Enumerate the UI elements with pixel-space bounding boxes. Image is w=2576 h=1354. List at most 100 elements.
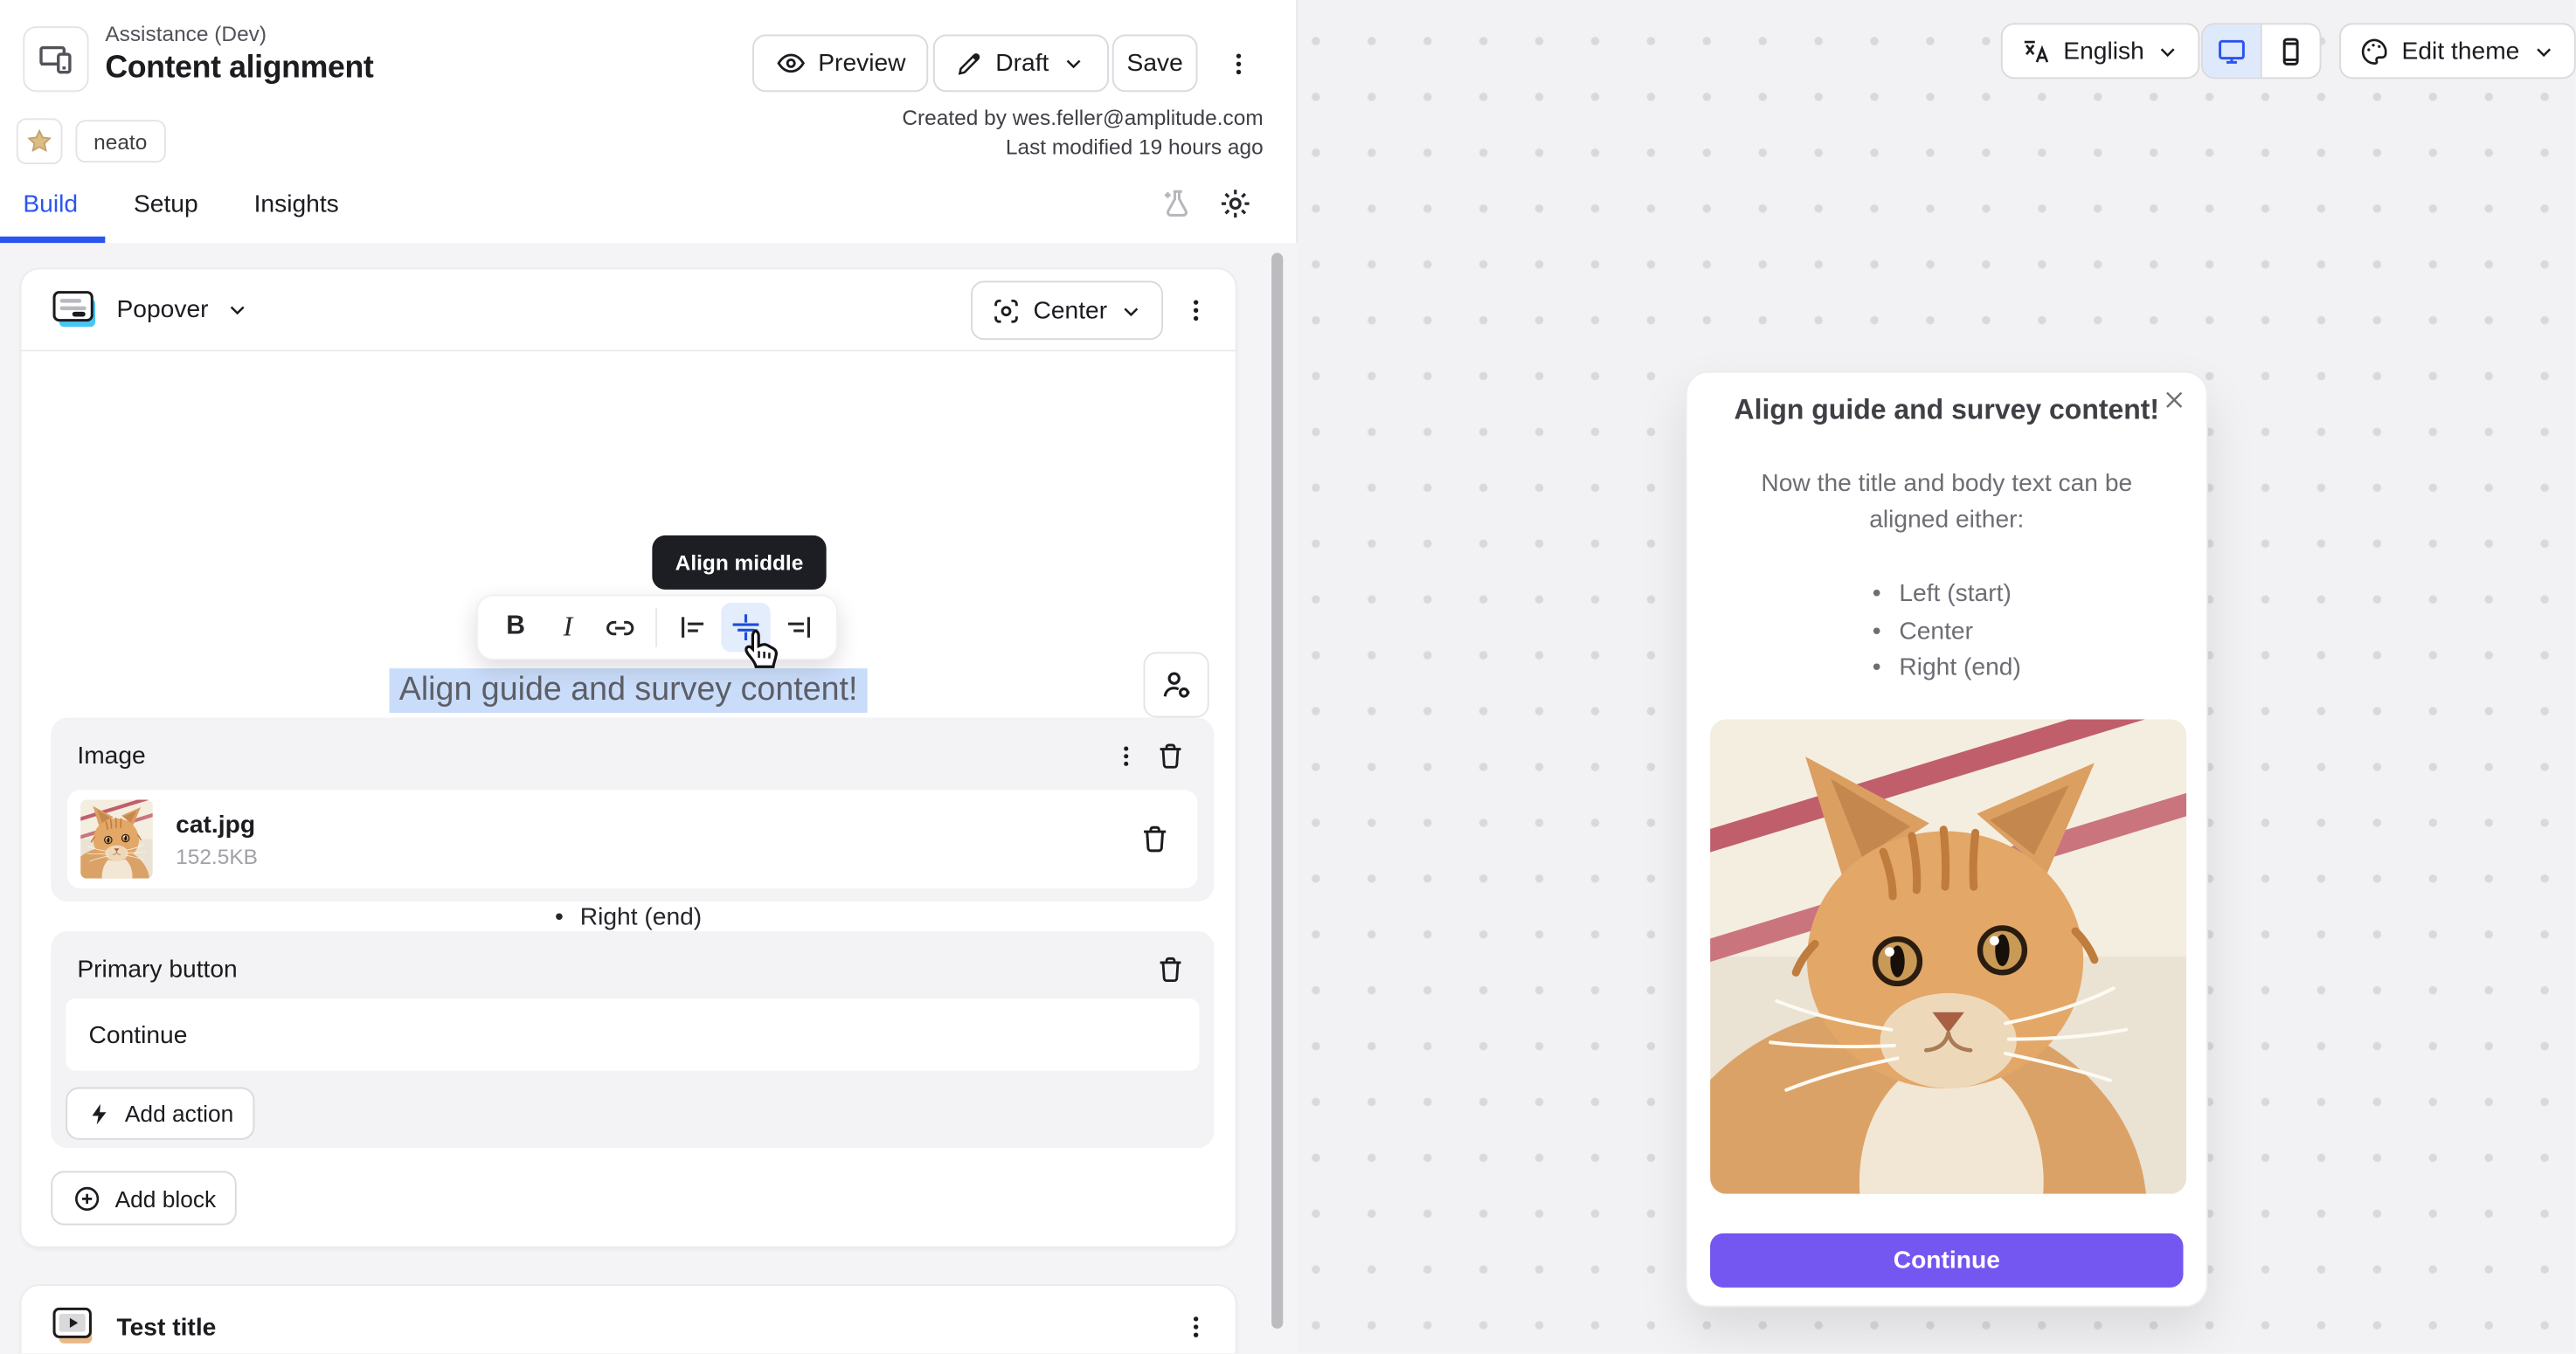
save-label: Save [1127,49,1183,77]
image-file-row: cat.jpg 152.5KB [67,790,1197,888]
builder-panel: Assistance (Dev) Content alignment neato… [0,0,1298,1353]
device-toggle [2201,23,2321,79]
panel-scrollbar[interactable] [1271,253,1283,1329]
header-overflow-menu[interactable] [1219,45,1258,84]
app-root: Assistance (Dev) Content alignment neato… [0,0,2576,1353]
primary-button-block: Primary button Continue Add action [51,931,1214,1148]
plus-circle-icon [73,1184,102,1213]
mobile-toggle[interactable] [2262,24,2320,77]
tab-insights[interactable]: Insights [254,184,339,244]
image-filesize: 152.5KB [176,843,1139,867]
bolt-icon [87,1102,112,1126]
image-block-menu[interactable] [1105,737,1145,773]
palette-icon [2359,35,2391,66]
preview-bullet-item: Right (end) [1873,650,2021,687]
preview-body: Now the title and body text can be align… [1736,466,2157,539]
primary-button-label: Primary button [77,955,237,983]
align-middle-tooltip: Align middle [652,535,826,590]
user-gear-icon [1159,667,1193,701]
guide-heading-text[interactable]: Align guide and survey content! [389,668,867,713]
add-action-button[interactable]: Add action [66,1088,255,1140]
preview-bullet-list: Left (start) Center Right (end) [1687,577,2206,687]
trash-icon [1154,953,1186,984]
settings-gear-icon[interactable] [1217,185,1253,221]
eye-icon [775,48,807,79]
language-label: English [2063,37,2144,65]
add-action-label: Add action [125,1101,233,1127]
experiment-flask-icon[interactable] [1160,186,1194,220]
image-block-label: Image [77,742,145,770]
chevron-down-icon [1118,298,1143,322]
preview-continue-button[interactable]: Continue [1710,1233,2183,1288]
app-context: Assistance (Dev) [105,21,267,45]
trash-icon[interactable] [1139,823,1172,856]
trash-icon [1154,740,1186,771]
image-block-delete[interactable] [1145,737,1194,773]
edit-theme-label: Edit theme [2402,37,2520,65]
guide-type-icon [23,26,88,92]
desktop-toggle[interactable] [2203,24,2261,77]
save-button[interactable]: Save [1112,34,1198,92]
tab-build[interactable]: Build [23,184,78,244]
block-overflow-menu[interactable] [1176,291,1215,330]
add-block-label: Add block [115,1185,217,1211]
last-modified: Last modified 19 hours ago [1006,135,1264,159]
tab-bar: Build Setup Insights [0,184,339,244]
preview-title: Align guide and survey content! [1730,390,2164,428]
preview-cat-image [1710,719,2186,1193]
block-type-label: Popover [116,295,208,323]
align-end-button[interactable] [774,603,823,652]
kebab-icon [1224,49,1254,79]
tag-chip[interactable]: neato [75,120,165,162]
chevron-down-icon [1061,51,1085,75]
add-block-button[interactable]: Add block [51,1171,237,1225]
translate-icon [2020,35,2052,66]
image-filename: cat.jpg [176,811,1139,839]
preview-label: Preview [818,49,905,77]
text-format-toolbar: B I [476,595,838,660]
edit-theme-dropdown[interactable]: Edit theme [2339,23,2575,79]
status-label: Draft [995,49,1049,77]
align-start-button[interactable] [669,603,718,652]
test-title-card: Test title [20,1284,1237,1353]
position-dropdown[interactable]: Center [971,280,1163,340]
kebab-icon [1181,1312,1211,1342]
hand-cursor [737,627,780,674]
button-text-input[interactable]: Continue [66,998,1199,1071]
guide-heading-row: Align guide and survey content! [21,668,1235,713]
language-dropdown[interactable]: English [2001,23,2200,79]
page-title: Content alignment [105,51,373,86]
image-block: Image cat.jpg [51,718,1214,902]
phone-icon [2275,35,2307,66]
popover-block-icon [51,288,100,331]
preview-bullet-item: Center [1873,613,2021,650]
italic-button[interactable]: I [544,603,592,652]
star-icon [26,128,52,155]
favorite-button[interactable] [17,118,63,164]
close-button[interactable] [2162,388,2186,412]
popover-editor-card: Popover Center Al [20,267,1237,1247]
bold-button[interactable]: B [491,603,540,652]
toolbar-divider [656,608,658,647]
active-tab-underline [0,237,105,244]
close-icon [2162,388,2186,412]
align-start-icon [677,611,710,644]
preview-bullet-item: Left (start) [1873,577,2021,613]
test-card-menu[interactable] [1176,1307,1215,1346]
status-dropdown[interactable]: Draft [933,34,1108,92]
link-button[interactable] [596,603,645,652]
kebab-icon [1181,295,1211,325]
block-type-dropdown[interactable]: Popover [51,288,249,331]
tab-setup[interactable]: Setup [134,184,198,244]
next-block-title[interactable]: Test title [116,1313,1156,1341]
personalize-button[interactable] [1143,652,1208,717]
image-thumbnail [80,800,153,879]
chevron-down-icon [225,297,249,321]
primary-button-delete[interactable] [1145,951,1194,987]
editor-card-header: Popover Center [21,269,1235,351]
bullet-item[interactable]: Right (end) [555,900,702,935]
preview-button[interactable]: Preview [752,34,929,92]
monitor-icon [2216,35,2247,66]
preview-canvas: English [1298,0,2576,1353]
chevron-down-icon [2531,38,2556,63]
